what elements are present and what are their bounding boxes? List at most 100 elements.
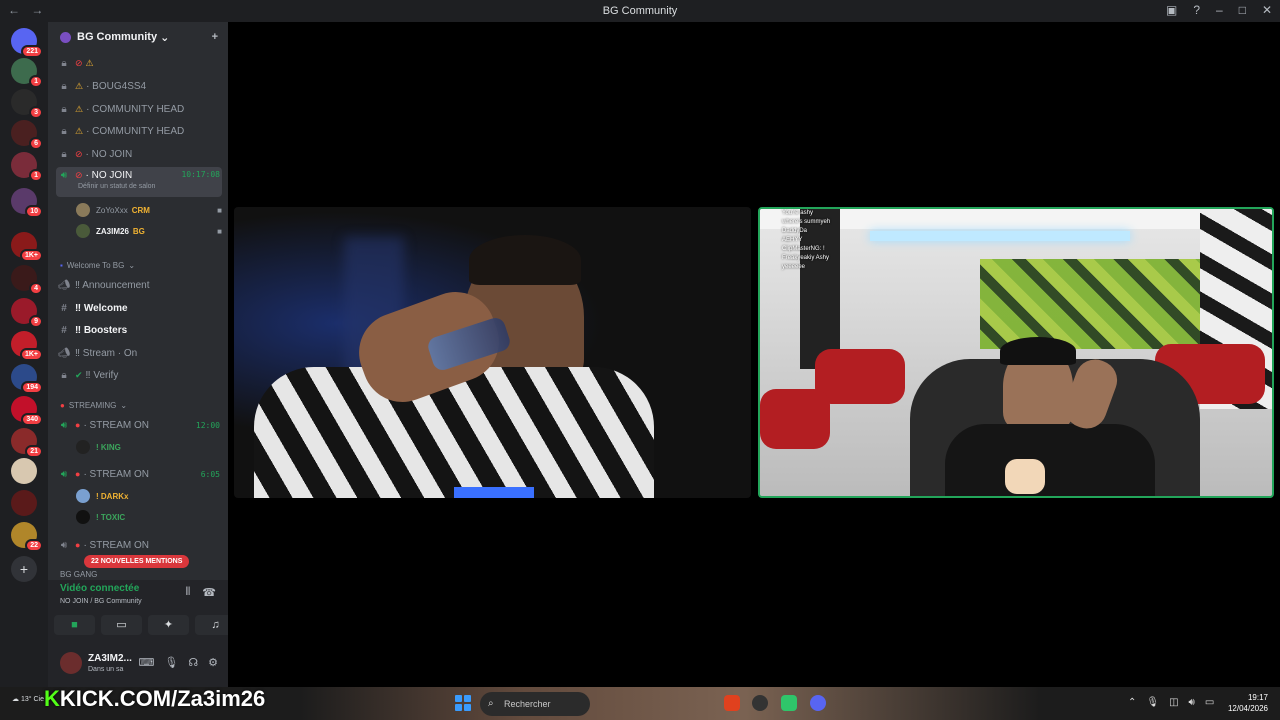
speaker-icon: 🔊︎: [60, 170, 68, 181]
server-icon[interactable]: 1K+: [11, 331, 43, 361]
warning-icon: ⚠: [75, 125, 84, 136]
channel-item[interactable]: # ‼ Boosters: [56, 320, 222, 340]
voice-user[interactable]: ZoYoXxx CRM ■: [76, 201, 222, 219]
server-icon[interactable]: 1: [11, 152, 43, 182]
server-badge: 1K+: [19, 249, 43, 262]
server-icon[interactable]: 9: [11, 298, 43, 328]
channel-item[interactable]: 📣︎ ‼ Stream · On: [56, 343, 222, 363]
mentions-banner[interactable]: 22 NOUVELLES MENTIONS: [84, 555, 190, 568]
start-button[interactable]: [455, 695, 471, 711]
noise-icon[interactable]: ⦀: [185, 586, 190, 599]
channel-label: ‼ Boosters: [75, 324, 128, 336]
server-icon[interactable]: [11, 458, 37, 484]
gamepad-icon[interactable]: ⌨: [138, 656, 154, 669]
channel-item[interactable]: 🔊︎ ● · STREAM ON 6:05: [56, 464, 222, 484]
invite-icon[interactable]: +: [212, 31, 218, 43]
server-icon[interactable]: 340: [11, 396, 43, 426]
lock-icon: 🔒︎: [61, 103, 67, 115]
server-icon[interactable]: 1: [11, 58, 43, 88]
user-name[interactable]: ZA3IM2...: [88, 653, 132, 664]
wifi-icon[interactable]: ◫: [1169, 697, 1178, 708]
active-voice-channel[interactable]: 🔊︎ ⊘ · NO JOIN 10:17:08 Définir un statut…: [56, 167, 222, 197]
clock[interactable]: 19:17 12/04/2026: [1228, 692, 1268, 714]
channel-item[interactable]: 🔊︎ ● · STREAM ON 12:00: [56, 415, 222, 435]
minimize-button[interactable]: –: [1216, 3, 1223, 17]
server-icon[interactable]: 21: [11, 428, 43, 458]
headphones-icon[interactable]: ☊: [188, 656, 198, 669]
channel-status[interactable]: Définir un statut de salon: [78, 183, 155, 190]
brave-icon[interactable]: [724, 695, 740, 711]
channel-item[interactable]: 🔒︎ ⚠ · COMMUNITY HEAD: [56, 121, 222, 141]
server-icon[interactable]: 4: [11, 265, 43, 295]
server-icon[interactable]: 22: [11, 522, 43, 552]
screen-share-button[interactable]: ▭: [101, 615, 142, 635]
app-icon[interactable]: [781, 695, 797, 711]
channel-item[interactable]: # ‼ Welcome: [56, 298, 222, 318]
voice-user[interactable]: ZA3IM26 BG ■: [76, 222, 222, 240]
server-badge: 1: [29, 169, 43, 182]
server-icon[interactable]: 3: [11, 89, 43, 119]
disconnect-icon[interactable]: ☎: [202, 586, 216, 599]
channel-item[interactable]: 🔊︎ ● · STREAM ON: [56, 535, 222, 555]
server-icon[interactable]: 10: [11, 188, 43, 218]
chevron-up-icon[interactable]: ⌃: [1128, 697, 1136, 708]
channel-item[interactable]: 🔒︎ ✔ ‼ Verify: [56, 365, 222, 385]
video-tile[interactable]: [234, 207, 751, 498]
channel-item[interactable]: 🔒︎ ⚠ · BOUG4SS4: [56, 76, 222, 96]
channel-item[interactable]: 🔒︎ ⊘ ⚠: [56, 53, 222, 73]
server-icon[interactable]: [11, 490, 37, 516]
category-bg-gang[interactable]: BG GANG: [60, 570, 97, 579]
hash-icon: #: [61, 302, 67, 314]
discord-icon[interactable]: [810, 695, 826, 711]
channel-label: ‼ Announcement: [75, 279, 150, 291]
channel-label: · STREAM ON: [83, 468, 149, 480]
megaphone-icon: 📣︎: [57, 279, 71, 291]
maximize-button[interactable]: □: [1239, 3, 1246, 17]
channel-item[interactable]: 🔒︎ ⊘ · NO JOIN: [56, 144, 222, 164]
server-icon[interactable]: 1K+: [11, 232, 43, 262]
server-badge: 4: [29, 282, 43, 295]
cloud-icon: ☁: [12, 696, 19, 703]
voice-user[interactable]: ! TOXIC: [76, 508, 222, 526]
search-input[interactable]: ⌕ Rechercher: [480, 692, 590, 716]
microphone-icon[interactable]: 🎙︎: [1146, 697, 1159, 708]
avatar[interactable]: [60, 652, 82, 674]
activities-button[interactable]: ✦: [148, 615, 189, 635]
close-button[interactable]: ✕: [1262, 3, 1272, 17]
microphone-icon[interactable]: 🎙︎: [164, 656, 178, 669]
voice-location[interactable]: NO JOIN / BG Community: [60, 598, 142, 605]
video-tile-speaking[interactable]: You're ashy where's summyeh DaddyDa AEHY…: [758, 207, 1274, 498]
voice-status[interactable]: Vidéo connectée: [60, 583, 139, 594]
category-streaming[interactable]: ● STREAMING ⌄: [60, 401, 127, 410]
window-title: BG Community: [602, 5, 678, 17]
server-badge: 9: [29, 315, 43, 328]
help-icon[interactable]: ?: [1193, 3, 1200, 17]
channel-label: · NO JOIN: [85, 170, 133, 181]
camera-button[interactable]: ■: [54, 615, 95, 635]
add-server-button[interactable]: +: [11, 556, 37, 582]
lock-icon: 🔒︎: [61, 148, 67, 160]
server-icon[interactable]: 194: [11, 364, 43, 394]
channel-item[interactable]: 🔒︎ ⚠ · COMMUNITY HEAD: [56, 99, 222, 119]
chat-line: Freakyeakiy Ashy: [782, 255, 830, 261]
lock-icon: 🔒︎: [61, 125, 67, 137]
user-tag: BG: [132, 226, 145, 236]
voice-user[interactable]: ! KING: [76, 438, 222, 456]
inbox-icon[interactable]: ▣: [1166, 3, 1177, 17]
gear-icon[interactable]: ⚙: [208, 656, 218, 669]
warning-icon: ⚠: [75, 80, 84, 91]
category-welcome[interactable]: ▪ Welcome To BG ⌄: [60, 261, 135, 270]
battery-icon[interactable]: ▭: [1205, 697, 1214, 708]
channel-label: ‼ Verify: [85, 369, 119, 381]
channel-item[interactable]: 📣︎ ‼ Announcement: [56, 275, 222, 295]
camera-icon: ■: [217, 226, 222, 236]
volume-icon[interactable]: 🔊︎: [1189, 697, 1195, 708]
voice-user[interactable]: ! DARKx: [76, 487, 222, 505]
weather-widget[interactable]: ☁ 13° Cie: [12, 695, 44, 703]
guild-header[interactable]: BG Community ⌄ +: [48, 22, 228, 52]
home-button[interactable]: 221: [11, 28, 43, 58]
app-icon[interactable]: [752, 695, 768, 711]
warning-icon: ⚠: [85, 57, 94, 68]
red-chair: [760, 389, 830, 449]
server-icon[interactable]: 6: [11, 120, 43, 150]
